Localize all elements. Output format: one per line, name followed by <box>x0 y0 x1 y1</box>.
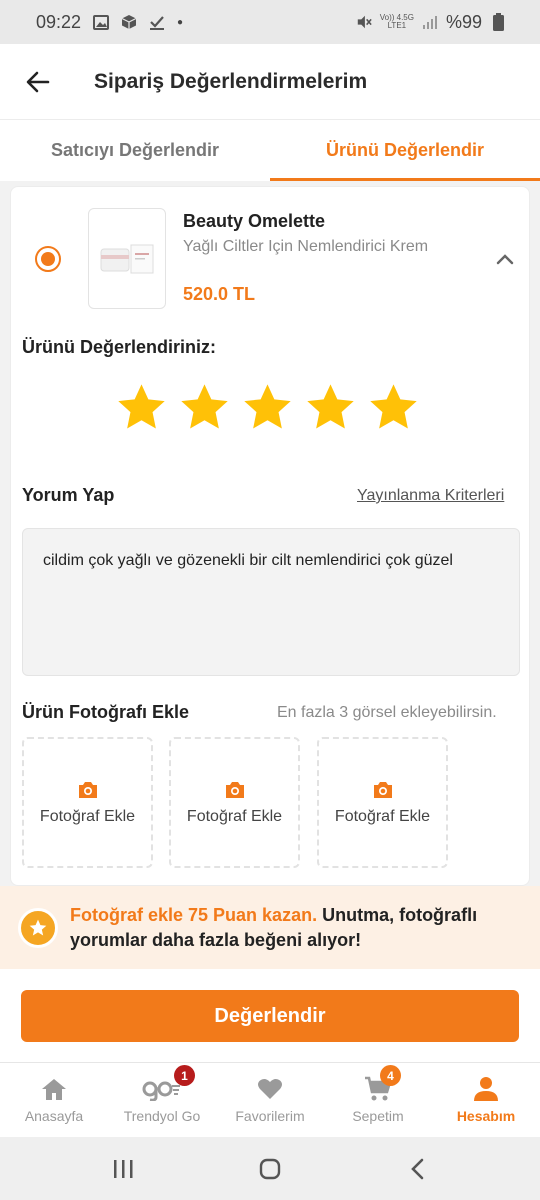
battery-percent: %99 <box>445 11 482 32</box>
system-navigation-bar <box>0 1137 540 1200</box>
tab-rate-seller[interactable]: Satıcıyı Değerlendir <box>0 120 270 181</box>
mute-icon <box>356 14 372 30</box>
cart-count-badge: 4 <box>380 1065 401 1086</box>
page-title: Sipariş Değerlendirmelerim <box>94 69 368 93</box>
photo-points-banner: Fotoğraf ekle 75 Puan kazan. Unutma, fot… <box>0 886 540 969</box>
heart-icon <box>256 1076 284 1102</box>
clock: 09:22 <box>36 11 82 32</box>
submit-area: Değerlendir <box>0 969 540 1062</box>
nav-cart-label: Sepetim <box>352 1108 404 1124</box>
promo-text: Fotoğraf ekle 75 Puan kazan. Unutma, fot… <box>70 903 540 953</box>
gallery-notification-icon <box>93 14 110 30</box>
photo-section-label: Ürün Fotoğrafı Ekle <box>22 702 190 722</box>
tab-rate-product[interactable]: Ürünü Değerlendir <box>270 120 540 181</box>
camera-icon <box>373 781 392 798</box>
product-review-card: Beauty Omelette Yağlı Ciltler Için Nemle… <box>10 186 530 886</box>
download-done-icon <box>149 14 165 30</box>
app-header: Sipariş Değerlendirmelerim <box>0 44 540 120</box>
nav-cart[interactable]: 4 Sepetim <box>324 1063 432 1137</box>
add-photo-label: Fotoğraf Ekle <box>39 807 136 825</box>
submit-review-button[interactable]: Değerlendir <box>21 990 519 1042</box>
star-icon[interactable] <box>178 381 231 434</box>
nav-trendyol-go[interactable]: 1 Trendyol Go <box>108 1063 216 1137</box>
product-name: Yağlı Ciltler Için Nemlendirici Krem <box>183 238 429 255</box>
camera-icon <box>78 781 97 798</box>
review-label: Yorum Yap <box>22 485 115 505</box>
nav-favorites[interactable]: Favorilerim <box>216 1063 324 1137</box>
box-notification-icon <box>121 14 137 30</box>
home-icon <box>40 1076 68 1102</box>
notification-badge: 1 <box>174 1065 195 1086</box>
promo-highlight: Fotoğraf ekle 75 Puan kazan. <box>70 904 318 925</box>
network-indicator: Vo)) 4.5G LTE1 <box>379 13 414 30</box>
recent-apps-icon[interactable] <box>108 1154 138 1184</box>
nav-account-label: Hesabım <box>456 1108 516 1124</box>
review-tabs: Satıcıyı Değerlendir Ürünü Değerlendir <box>0 120 540 181</box>
chevron-up-icon[interactable] <box>493 247 517 271</box>
nav-trendyol-go-label: Trendyol Go <box>123 1108 201 1124</box>
nav-account[interactable]: Hesabım <box>432 1063 540 1137</box>
add-photo-button[interactable]: Fotoğraf Ekle <box>22 737 153 868</box>
back-arrow-icon[interactable] <box>18 62 58 102</box>
star-icon[interactable] <box>367 381 420 434</box>
add-photo-label: Fotoğraf Ekle <box>186 807 283 825</box>
bottom-navigation: Anasayfa 1 Trendyol Go Favorilerim 4 Sep… <box>0 1062 540 1137</box>
product-image <box>88 208 166 309</box>
nav-home[interactable]: Anasayfa <box>0 1063 108 1137</box>
add-photo-label: Fotoğraf Ekle <box>334 807 431 825</box>
star-icon[interactable] <box>241 381 294 434</box>
add-photo-button[interactable]: Fotoğraf Ekle <box>169 737 300 868</box>
rating-label: Ürünü Değerlendiriniz: <box>22 337 217 357</box>
star-badge-icon <box>18 907 58 948</box>
publishing-criteria-link[interactable]: Yayınlanma Kriterleri <box>357 487 529 505</box>
review-textarea[interactable]: cildim çok yağlı ve gözenekli bir cilt n… <box>22 528 520 676</box>
photo-limit-hint: En fazla 3 görsel ekleyebilirsin. <box>277 704 497 721</box>
product-brand: Beauty Omelette <box>183 211 326 231</box>
star-icon[interactable] <box>304 381 357 434</box>
star-rating[interactable] <box>115 381 420 434</box>
product-select-radio[interactable] <box>35 246 61 272</box>
status-bar: 09:22 ● Vo)) 4.5G LTE1 %99 <box>0 0 540 44</box>
camera-icon <box>225 781 244 798</box>
star-icon[interactable] <box>115 381 168 434</box>
signal-icon <box>422 14 438 30</box>
product-price: 520.0 TL <box>183 284 256 304</box>
battery-icon <box>490 13 506 31</box>
home-button-icon[interactable] <box>255 1154 285 1184</box>
back-button-icon[interactable] <box>402 1154 432 1184</box>
add-photo-button[interactable]: Fotoğraf Ekle <box>317 737 448 868</box>
more-notifications-dot: ● <box>177 16 184 28</box>
nav-home-label: Anasayfa <box>24 1108 84 1124</box>
user-icon <box>472 1076 500 1102</box>
nav-favorites-label: Favorilerim <box>235 1108 305 1124</box>
